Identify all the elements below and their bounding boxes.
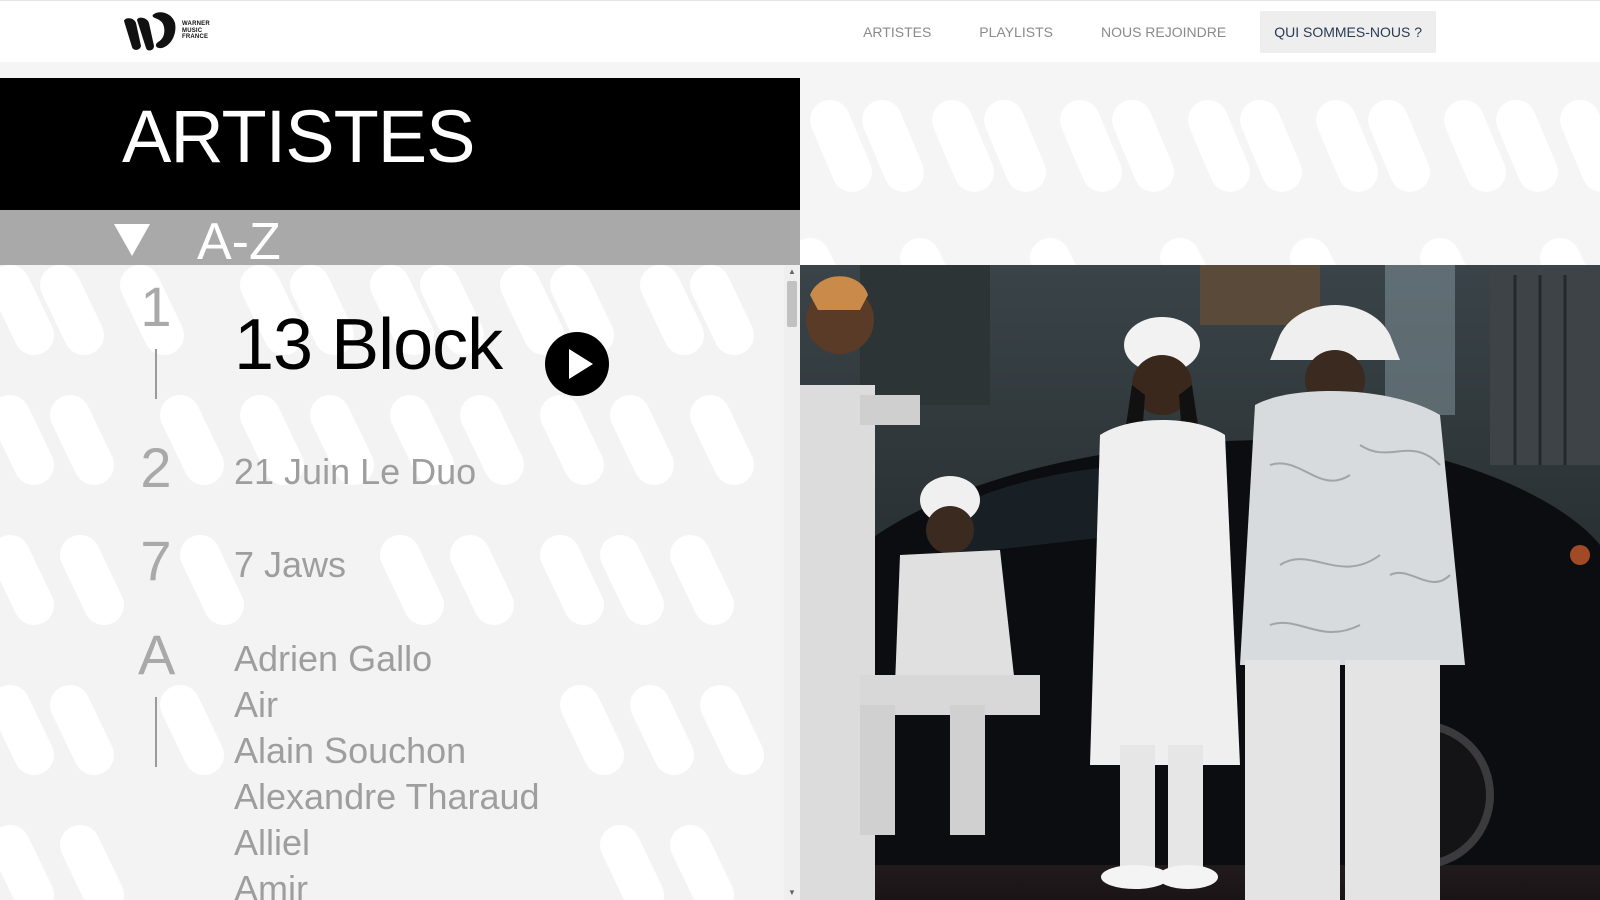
scroll-up-arrow-icon[interactable]: ▲ (787, 267, 797, 277)
nav-item-qui-sommes-nous[interactable]: QUI SOMMES-NOUS ? (1260, 11, 1436, 53)
group-letter: 7 (140, 529, 172, 592)
artist-item[interactable]: 21 Juin Le Duo (234, 454, 476, 490)
artist-list: 1 13 Block 2 21 Juin Le Duo 7 7 Jaws A A… (0, 265, 800, 900)
artist-group-2: 2 21 Juin Le Duo (0, 440, 780, 500)
nav-item-playlists[interactable]: PLAYLISTS (955, 11, 1077, 53)
page-title-band: ARTISTES (0, 78, 800, 210)
decorative-pattern (800, 62, 1600, 266)
artist-group-7: 7 7 Jaws (0, 533, 780, 593)
artist-group-1: 1 13 Block (0, 279, 780, 409)
page-title: ARTISTES (122, 95, 475, 178)
play-circle-icon[interactable] (545, 332, 609, 396)
scroll-down-arrow-icon[interactable]: ▼ (787, 888, 797, 898)
wmg-logo-icon (124, 12, 176, 51)
artist-item[interactable]: 7 Jaws (234, 547, 346, 583)
artist-group-a: A Adrien Gallo Air Alain Souchon Alexand… (0, 627, 780, 900)
artist-item[interactable]: Alliel (234, 825, 310, 861)
artist-item[interactable]: Adrien Gallo (234, 641, 432, 677)
featured-artist-photo (800, 265, 1600, 900)
artist-item[interactable]: Amir (234, 871, 308, 900)
artist-item-featured[interactable]: 13 Block (234, 309, 503, 381)
list-scrollbar[interactable]: ▲ ▼ (784, 265, 800, 900)
artist-item[interactable]: Alexandre Tharaud (234, 779, 540, 815)
group-divider (155, 697, 157, 767)
group-letter: A (138, 623, 176, 686)
artist-item[interactable]: Air (234, 687, 278, 723)
group-letter: 1 (140, 275, 172, 338)
group-divider (155, 349, 157, 399)
logo-wordmark: WARNER MUSIC FRANCE (182, 21, 210, 40)
top-navigation-bar: WARNER MUSIC FRANCE ARTISTES PLAYLISTS N… (0, 0, 1600, 62)
nav-item-nous-rejoindre[interactable]: NOUS REJOINDRE (1077, 11, 1250, 53)
triangle-down-icon[interactable] (112, 222, 152, 258)
main-nav: ARTISTES PLAYLISTS NOUS REJOINDRE QUI SO… (839, 11, 1436, 53)
nav-item-artistes[interactable]: ARTISTES (839, 11, 955, 53)
scroll-thumb[interactable] (787, 281, 797, 327)
artist-item[interactable]: Alain Souchon (234, 733, 466, 769)
sort-filter-bar[interactable]: A-Z (0, 210, 800, 265)
group-letter: 2 (140, 436, 172, 499)
warner-music-logo[interactable]: WARNER MUSIC FRANCE (122, 11, 222, 53)
sort-filter-label[interactable]: A-Z (197, 216, 281, 265)
